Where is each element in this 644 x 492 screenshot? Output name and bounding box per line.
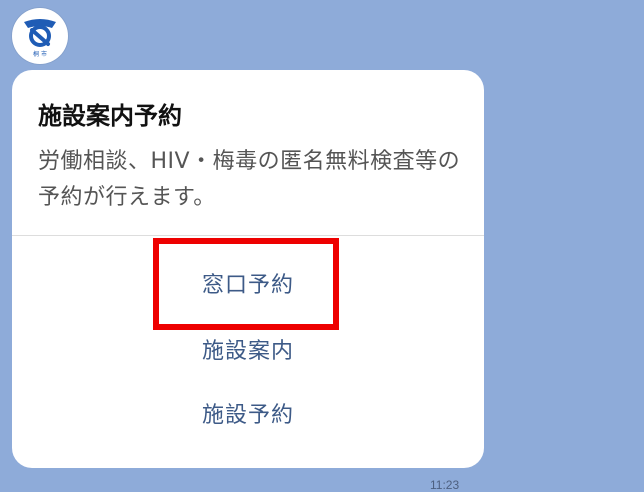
card-description: 労働相談、HIV・梅毒の匿名無料検査等の予約が行えます。 — [38, 149, 461, 210]
action-window-reservation[interactable]: 窓口予約 — [12, 262, 484, 310]
action-facility-reservation[interactable]: 施設予約 — [12, 392, 484, 440]
divider — [12, 235, 484, 236]
action-facility-guide[interactable]: 施設案内 — [12, 328, 484, 376]
message-card: 施設案内予約 労働相談、HIV・梅毒の匿名無料検査等の予約が行えます。 窓口予約… — [12, 70, 484, 468]
avatar-caption: 桐 市 — [33, 50, 47, 58]
municipal-emblem-icon: 桐 市 — [13, 9, 67, 63]
card-title: 施設案内予約 — [38, 102, 182, 130]
timestamp: 11:23 — [430, 478, 460, 492]
avatar[interactable]: 桐 市 — [12, 8, 68, 64]
